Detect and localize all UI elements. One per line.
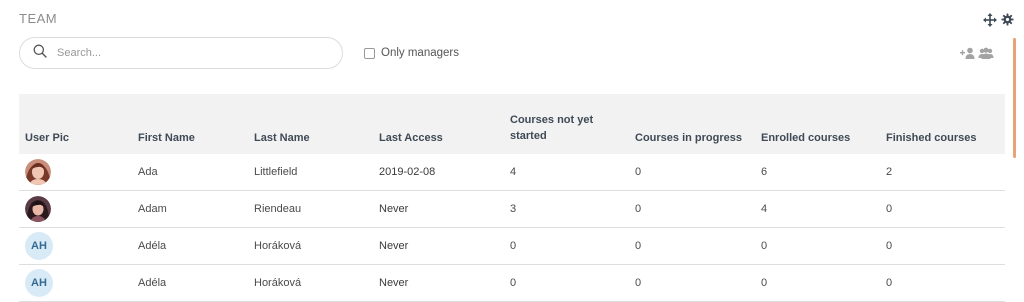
search-icon	[33, 44, 47, 63]
enrolled-cell: 0	[755, 264, 880, 302]
gear-icon[interactable]	[1001, 13, 1014, 27]
avatar	[25, 196, 51, 222]
enrolled-cell: 0	[755, 227, 880, 265]
first-name-cell: Adéla	[132, 264, 248, 302]
user-pic-cell: AH	[19, 264, 132, 302]
finished-cell: 0	[880, 264, 1005, 302]
finished-cell: 2	[880, 154, 1005, 191]
table-row[interactable]: AH Adéla Horáková Never 0 0 0 0	[19, 264, 1005, 302]
table-row[interactable]: Ada Littlefield 2019-02-08 4 0 6 2	[19, 154, 1005, 191]
panel-title: TEAM	[19, 11, 58, 26]
scrollbar[interactable]	[1013, 38, 1016, 158]
not-started-cell: 4	[504, 154, 629, 191]
avatar-initials: AH	[25, 269, 53, 297]
in-progress-cell: 0	[629, 264, 755, 302]
only-managers-checkbox[interactable]	[364, 47, 375, 59]
search-input[interactable]	[55, 46, 319, 60]
not-started-cell: 3	[504, 190, 629, 228]
avatar-initials: AH	[25, 232, 53, 260]
user-pic-cell	[19, 154, 132, 191]
last-name-cell: Horáková	[248, 264, 373, 302]
avatar	[25, 159, 51, 185]
finished-cell: 0	[880, 227, 1005, 265]
panel-controls	[983, 13, 1014, 27]
col-enrolled-courses[interactable]: Enrolled courses	[755, 94, 880, 154]
col-first-name[interactable]: First Name	[132, 94, 248, 154]
not-started-cell: 0	[504, 227, 629, 265]
enrolled-cell: 4	[755, 190, 880, 228]
first-name-cell: Ada	[132, 154, 248, 191]
last-name-cell: Horáková	[248, 227, 373, 265]
first-name-cell: Adam	[132, 190, 248, 228]
add-user-icon[interactable]	[960, 46, 976, 64]
col-courses-in-progress[interactable]: Courses in progress	[629, 94, 755, 154]
col-last-access[interactable]: Last Access	[373, 94, 504, 154]
col-last-name[interactable]: Last Name	[248, 94, 373, 154]
move-icon[interactable]	[983, 13, 997, 27]
not-started-cell: 0	[504, 264, 629, 302]
last-access-cell: Never	[373, 264, 504, 302]
table-row[interactable]: AH Adéla Horáková Never 0 0 0 0	[19, 227, 1005, 265]
team-table: User Pic First Name Last Name Last Acces…	[19, 94, 1005, 302]
col-courses-not-started[interactable]: Courses not yet started	[504, 94, 629, 154]
col-user-pic[interactable]: User Pic	[19, 94, 132, 154]
table-row[interactable]: Adam Riendeau Never 3 0 4 0	[19, 190, 1005, 228]
col-courses-not-started-label: Courses not yet started	[510, 114, 594, 142]
only-managers-filter[interactable]: Only managers	[364, 47, 459, 59]
in-progress-cell: 0	[629, 190, 755, 228]
in-progress-cell: 0	[629, 154, 755, 191]
group-icon[interactable]	[978, 46, 994, 64]
user-pic-cell: AH	[19, 227, 132, 265]
in-progress-cell: 0	[629, 227, 755, 265]
last-access-cell: Never	[373, 190, 504, 228]
table-header-row: User Pic First Name Last Name Last Acces…	[19, 94, 1005, 154]
last-name-cell: Riendeau	[248, 190, 373, 228]
finished-cell: 0	[880, 190, 1005, 228]
search-box[interactable]	[19, 37, 343, 69]
last-access-cell: Never	[373, 227, 504, 265]
only-managers-label: Only managers	[381, 47, 459, 59]
col-finished-courses[interactable]: Finished courses	[880, 94, 1005, 154]
last-name-cell: Littlefield	[248, 154, 373, 191]
last-access-cell: 2019-02-08	[373, 154, 504, 191]
team-actions	[960, 46, 994, 64]
first-name-cell: Adéla	[132, 227, 248, 265]
enrolled-cell: 6	[755, 154, 880, 191]
user-pic-cell	[19, 190, 132, 228]
